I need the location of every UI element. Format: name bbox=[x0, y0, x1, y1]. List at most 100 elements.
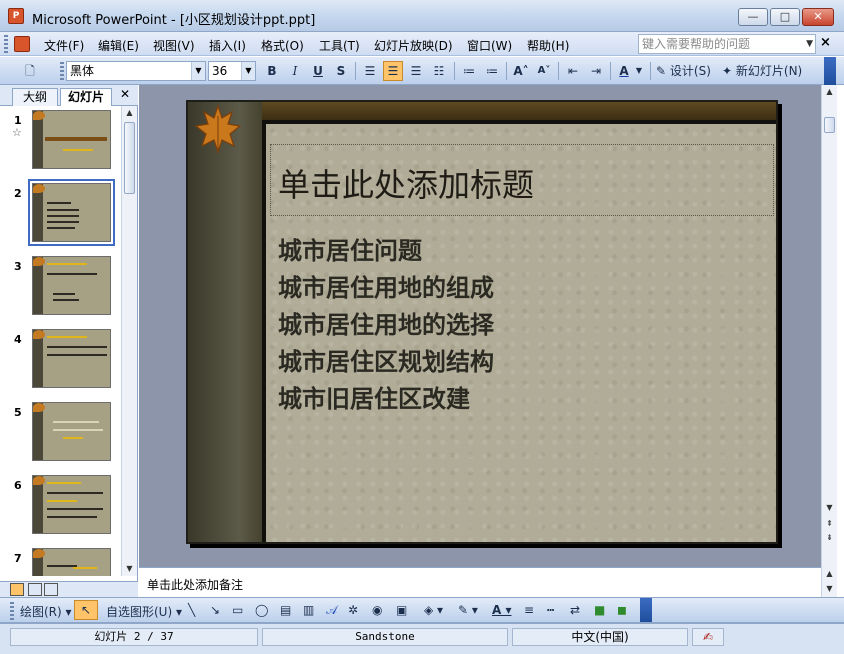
close-icon[interactable]: ✕ bbox=[120, 87, 130, 101]
select-pointer-icon[interactable]: ↖ bbox=[74, 600, 98, 620]
document-icon[interactable] bbox=[14, 36, 30, 52]
scroll-down-icon[interactable]: ▼ bbox=[122, 562, 137, 576]
increase-font-icon[interactable]: A˄ bbox=[511, 61, 531, 81]
design-button[interactable]: ✎ 设计(S) bbox=[656, 61, 711, 81]
bullet-item[interactable]: 城市旧居住区改建 bbox=[278, 380, 494, 417]
notes-pane[interactable]: 单击此处添加备注 bbox=[139, 567, 821, 597]
slide-body[interactable]: 城市居住问题 城市居住用地的组成 城市居住用地的选择 城市居住区规划结构 城市旧… bbox=[278, 232, 494, 417]
increase-indent-icon[interactable]: ⇥ bbox=[586, 61, 606, 81]
thumbnail-row[interactable]: 6 bbox=[0, 471, 122, 541]
chevron-down-icon[interactable]: ▼ bbox=[191, 62, 205, 80]
menu-grip[interactable] bbox=[4, 35, 8, 53]
scroll-down-icon[interactable]: ▼ bbox=[822, 501, 837, 515]
scroll-up-icon[interactable]: ▲ bbox=[822, 85, 837, 99]
rectangle-tool-icon[interactable]: ▭ bbox=[232, 603, 243, 617]
font-color-draw-icon[interactable]: A ▾ bbox=[492, 603, 512, 617]
line-color-icon[interactable]: ✎ ▾ bbox=[458, 603, 478, 617]
slide-sorter-icon[interactable] bbox=[28, 583, 42, 596]
picture-icon[interactable]: ▣ bbox=[396, 603, 407, 617]
scroll-down-icon[interactable]: ▼ bbox=[822, 582, 837, 596]
thumbnail-row[interactable]: 5 bbox=[0, 398, 122, 468]
align-right-icon[interactable]: ☰ bbox=[406, 61, 426, 81]
menu-insert[interactable]: 插入(I) bbox=[209, 37, 246, 54]
animation-star-icon[interactable]: ☆ bbox=[12, 126, 22, 139]
bold-button[interactable]: B bbox=[262, 61, 282, 81]
textbox-tool-icon[interactable]: ▤ bbox=[280, 603, 291, 617]
align-center-icon[interactable]: ☰ bbox=[383, 61, 403, 81]
slideshow-icon[interactable] bbox=[44, 583, 58, 596]
scroll-up-icon[interactable]: ▲ bbox=[822, 567, 837, 581]
shadow-button[interactable]: S bbox=[331, 61, 351, 81]
close-button[interactable]: ✕ bbox=[802, 8, 834, 26]
toolbar-options-icon[interactable] bbox=[824, 57, 836, 85]
toolbar-options-icon[interactable] bbox=[640, 598, 652, 622]
toolbar-grip[interactable] bbox=[10, 602, 14, 620]
numbered-list-icon[interactable]: ≔ bbox=[459, 61, 479, 81]
menu-format[interactable]: 格式(O) bbox=[261, 37, 304, 54]
align-left-icon[interactable]: ☰ bbox=[360, 61, 380, 81]
oval-tool-icon[interactable]: ◯ bbox=[255, 603, 268, 617]
font-color-icon[interactable]: A bbox=[614, 61, 634, 81]
workspace-scrollbar[interactable]: ▲ ▼ ⇞ ⇟ bbox=[821, 85, 837, 567]
slide-canvas[interactable]: 单击此处添加标题 城市居住问题 城市居住用地的组成 城市居住用地的选择 城市居住… bbox=[186, 100, 778, 544]
fill-color-icon[interactable]: ◈ ▾ bbox=[424, 603, 443, 617]
scrollbar-thumb[interactable] bbox=[824, 117, 835, 133]
menu-slideshow[interactable]: 幻灯片放映(D) bbox=[374, 37, 453, 54]
slide-thumbnail[interactable] bbox=[32, 329, 111, 388]
slide-thumbnail[interactable] bbox=[32, 402, 111, 461]
menu-file[interactable]: 文件(F) bbox=[44, 37, 84, 54]
line-style-icon[interactable]: ≡ bbox=[524, 603, 534, 617]
tab-outline[interactable]: 大纲 bbox=[12, 88, 58, 106]
menu-tools[interactable]: 工具(T) bbox=[319, 37, 360, 54]
font-size-select[interactable]: 36 ▼ bbox=[208, 61, 256, 81]
clipart-icon[interactable]: ◉ bbox=[372, 603, 382, 617]
maximize-button[interactable]: □ bbox=[770, 8, 800, 26]
autoshapes-button[interactable]: 自选图形(U) ▾ bbox=[106, 603, 182, 620]
decrease-font-icon[interactable]: A˅ bbox=[534, 61, 554, 81]
chevron-down-icon[interactable]: ▼ bbox=[634, 61, 644, 81]
previous-slide-icon[interactable]: ⇞ bbox=[822, 517, 837, 531]
italic-button[interactable]: I bbox=[285, 61, 305, 81]
menu-help[interactable]: 帮助(H) bbox=[527, 37, 569, 54]
menu-view[interactable]: 视图(V) bbox=[153, 37, 195, 54]
decrease-indent-icon[interactable]: ⇤ bbox=[563, 61, 583, 81]
underline-button[interactable]: U bbox=[308, 61, 328, 81]
thumbnail-row[interactable]: 7 bbox=[0, 544, 122, 576]
vertical-textbox-icon[interactable]: ▥ bbox=[303, 603, 314, 617]
slide-title[interactable]: 单击此处添加标题 bbox=[278, 160, 534, 206]
thumbnail-row[interactable]: 1 ☆ bbox=[0, 106, 122, 176]
new-slide-button[interactable]: ✦ 新幻灯片(N) bbox=[722, 61, 802, 81]
slide-thumbnail[interactable] bbox=[32, 475, 111, 534]
tab-slides[interactable]: 幻灯片 bbox=[60, 88, 112, 107]
menu-edit[interactable]: 编辑(E) bbox=[98, 37, 139, 54]
normal-view-icon[interactable] bbox=[10, 583, 24, 596]
document-close-icon[interactable]: × bbox=[820, 35, 831, 50]
scroll-up-icon[interactable]: ▲ bbox=[122, 106, 137, 120]
thumbnail-row[interactable]: 4 bbox=[0, 325, 122, 395]
bullet-item[interactable]: 城市居住用地的组成 bbox=[278, 269, 494, 306]
menu-window[interactable]: 窗口(W) bbox=[467, 37, 512, 54]
slide-thumbnail[interactable] bbox=[32, 256, 111, 315]
3d-style-icon[interactable]: ◼ bbox=[617, 603, 627, 617]
distribute-icon[interactable]: ☷ bbox=[429, 61, 449, 81]
font-name-select[interactable]: 黑体 ▼ bbox=[66, 61, 206, 81]
slide-thumbnail[interactable] bbox=[32, 548, 111, 576]
minimize-button[interactable]: — bbox=[738, 8, 768, 26]
slide-thumbnail-selected[interactable] bbox=[28, 179, 115, 246]
line-tool-icon[interactable]: ╲ bbox=[188, 603, 195, 617]
diagram-icon[interactable]: ✲ bbox=[348, 603, 358, 617]
thumbnail-scrollbar[interactable]: ▲ ▼ bbox=[121, 106, 137, 576]
thumbnail-row[interactable]: 3 bbox=[0, 252, 122, 322]
notes-scrollbar[interactable]: ▲ ▼ bbox=[821, 567, 837, 597]
wordart-icon[interactable]: 𝒜 bbox=[326, 603, 337, 618]
spelling-check-icon[interactable]: ✍ bbox=[692, 628, 724, 646]
scrollbar-thumb[interactable] bbox=[124, 122, 135, 194]
new-document-icon[interactable]: 🗋 bbox=[20, 61, 40, 81]
toolbar-grip[interactable] bbox=[60, 62, 64, 80]
chevron-down-icon[interactable]: ▼ bbox=[241, 62, 255, 80]
bullet-item[interactable]: 城市居住用地的选择 bbox=[278, 306, 494, 343]
slide-thumbnail[interactable] bbox=[32, 110, 111, 169]
arrow-style-icon[interactable]: ⇄ bbox=[570, 603, 580, 617]
notes-placeholder[interactable]: 单击此处添加备注 bbox=[147, 576, 243, 593]
chevron-down-icon[interactable]: ▼ bbox=[806, 35, 813, 53]
